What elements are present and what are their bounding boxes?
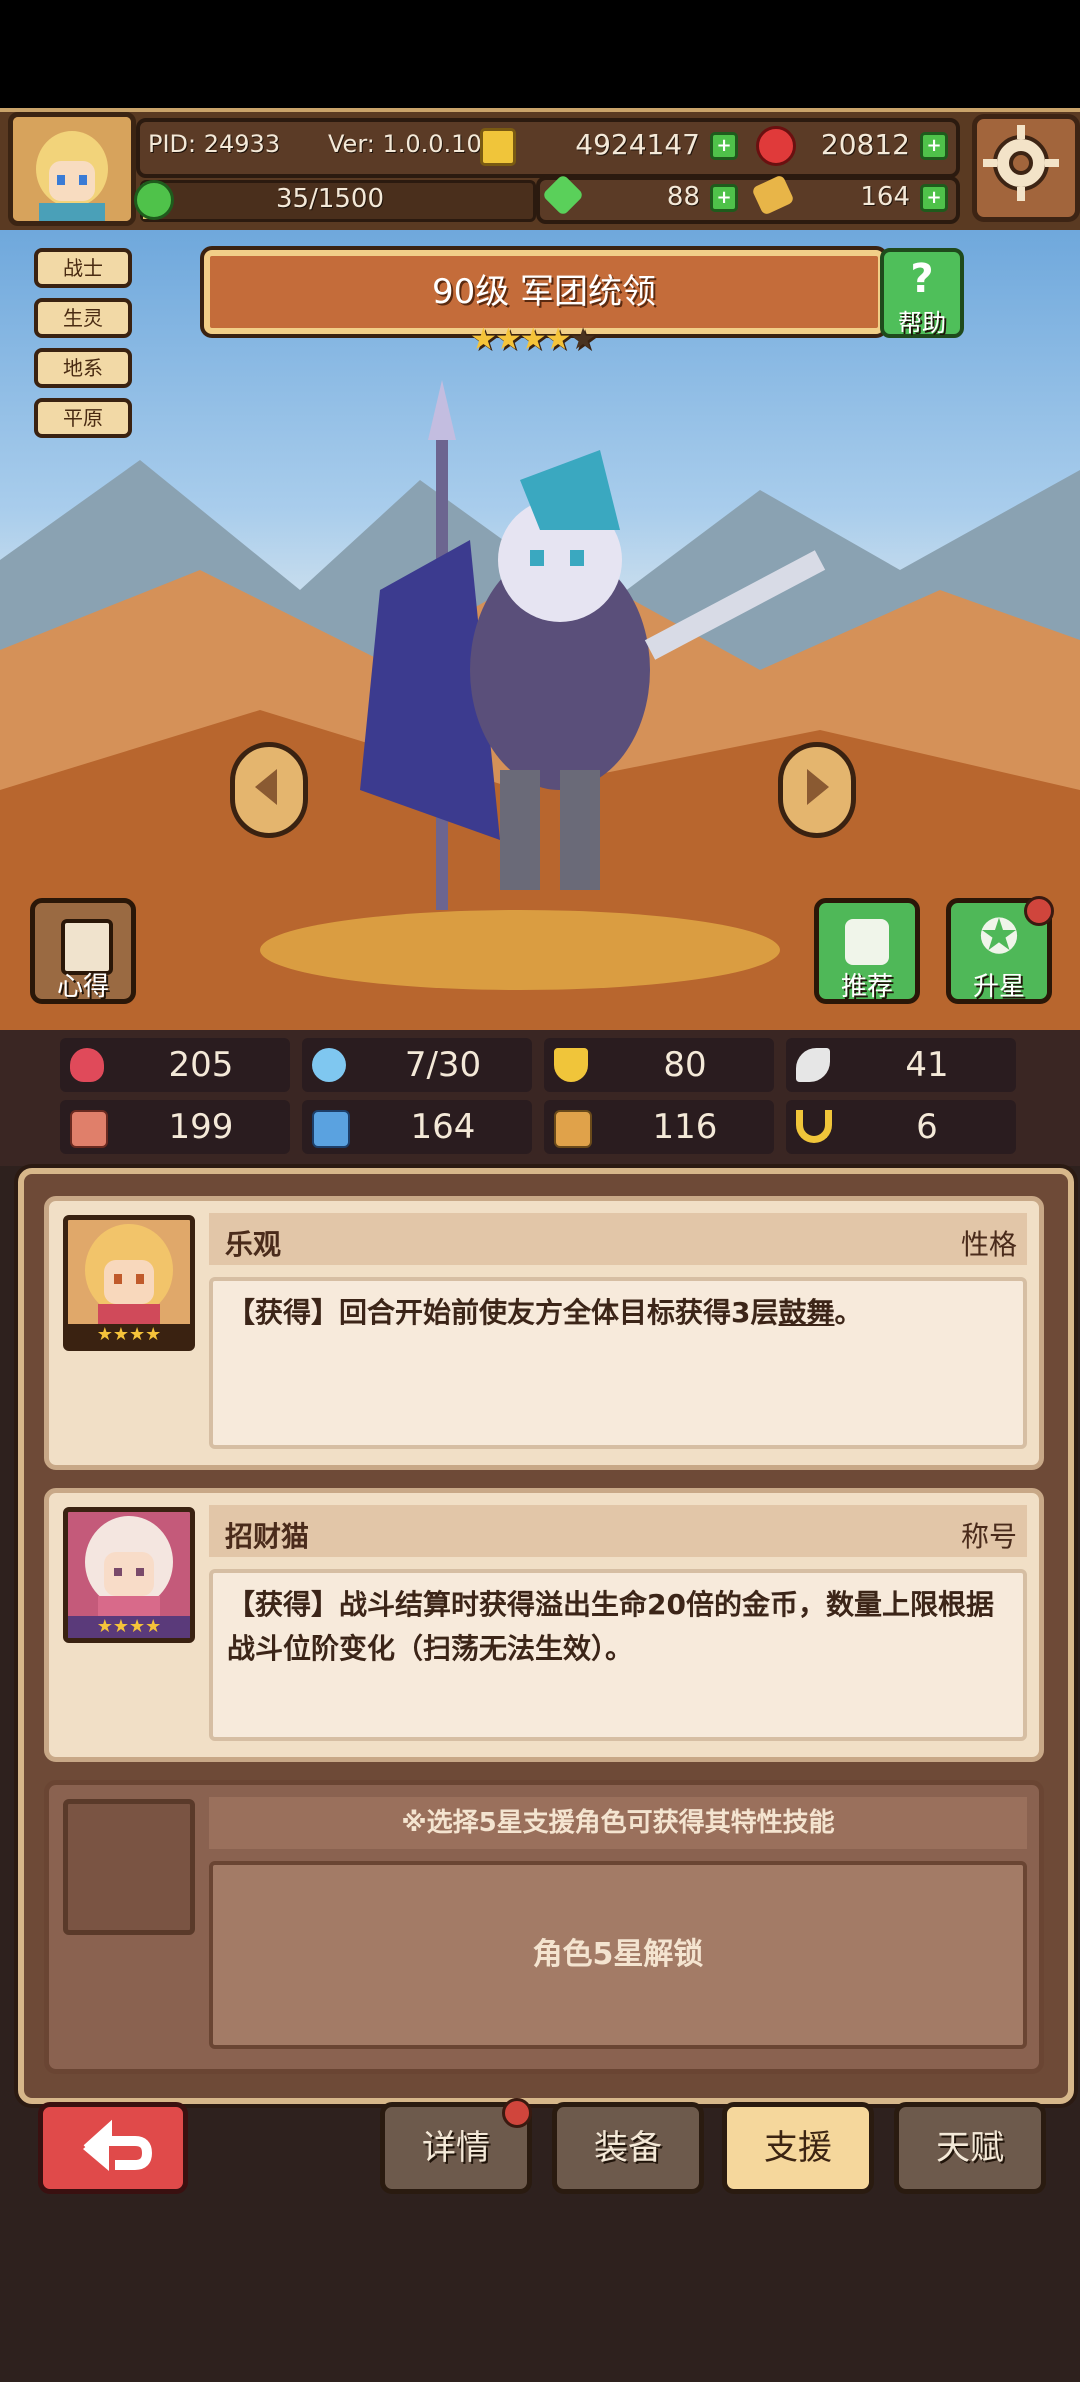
recommend-button[interactable]: 推荐 xyxy=(814,898,920,1004)
thumbs-up-icon xyxy=(845,919,889,965)
help-button[interactable]: ? 帮助 xyxy=(880,248,964,338)
keyword-link[interactable]: 鼓舞 xyxy=(779,1296,835,1329)
status-bar xyxy=(0,0,1080,108)
card-header xyxy=(209,1213,1027,1265)
back-button[interactable] xyxy=(38,2102,188,2194)
shield-icon xyxy=(554,1048,588,1082)
tab-support[interactable]: 支援 xyxy=(722,2102,874,2194)
stat-resist: 116 xyxy=(544,1100,774,1154)
clover-amount: 88 xyxy=(666,182,700,212)
ticket-amount: 164 xyxy=(860,182,910,212)
fist-icon xyxy=(70,1110,108,1148)
stat-value: 80 xyxy=(663,1045,707,1085)
question-icon: ? xyxy=(910,256,934,302)
insight-label: 心得 xyxy=(56,972,109,1002)
support-desc-end: 。 xyxy=(834,1296,863,1329)
support-card-title[interactable]: ★★★★ 招财猫 称号 【获得】战斗结算时获得溢出生命20倍的金币，数量上限根据… xyxy=(44,1488,1044,1762)
prev-character-button[interactable] xyxy=(230,742,308,838)
stat-value: 6 xyxy=(916,1107,938,1147)
back-arrow-icon xyxy=(83,2119,153,2171)
stat-attack: 199 xyxy=(60,1100,290,1154)
portrait-stars: ★★★★ xyxy=(68,1616,190,1638)
support-description-box: 【获得】回合开始前使友方全体目标获得3层鼓舞。 xyxy=(209,1277,1027,1449)
star-rating: ★★★★★ xyxy=(470,322,597,357)
star-up-label: 升星 xyxy=(972,972,1025,1002)
stat-value: 7/30 xyxy=(404,1045,482,1085)
portrait-stars: ★★★★ xyxy=(68,1324,190,1346)
support-card-personality[interactable]: ★★★★ 乐观 性格 【获得】回合开始前使友方全体目标获得3层鼓舞。 xyxy=(44,1196,1044,1470)
stat-value: 164 xyxy=(410,1107,476,1147)
support-kind: 性格 xyxy=(960,1228,1017,1261)
pid-label: PID: 24933 xyxy=(148,130,281,158)
settings-button[interactable] xyxy=(972,114,1080,222)
stat-value: 199 xyxy=(168,1107,234,1147)
support-slot-locked[interactable]: ※选择5星支援角色可获得其特性技能 角色5星解锁 xyxy=(44,1780,1044,2074)
book-icon xyxy=(312,1110,350,1148)
details-notification-dot xyxy=(502,2098,532,2128)
support-name: 乐观 xyxy=(225,1228,282,1261)
help-label: 帮助 xyxy=(898,309,946,337)
stamina-amount: 35/1500 xyxy=(275,184,384,214)
tag-terrain[interactable]: 平原 xyxy=(34,398,132,438)
recommend-label: 推荐 xyxy=(840,972,893,1002)
tag-element[interactable]: 地系 xyxy=(34,348,132,388)
character-title: 90级 军团统领 xyxy=(431,272,657,312)
horseshoe-icon xyxy=(796,1110,832,1143)
gear-icon xyxy=(983,125,1059,201)
tag-race[interactable]: 生灵 xyxy=(34,298,132,338)
stat-value: 205 xyxy=(168,1045,234,1085)
support-desc: 【获得】回合开始前使友方全体目标获得3层 xyxy=(227,1296,779,1329)
tab-talent[interactable]: 天赋 xyxy=(894,2102,1046,2194)
stat-luck: 6 xyxy=(786,1100,1016,1154)
player-avatar[interactable] xyxy=(8,112,136,226)
locked-hint: ※选择5星支援角色可获得其特性技能 xyxy=(209,1797,1027,1849)
card-header xyxy=(209,1505,1027,1557)
support-description-box: 【获得】战斗结算时获得溢出生命20倍的金币，数量上限根据战斗位阶变化（扫荡无法生… xyxy=(209,1569,1027,1741)
support-name: 招财猫 xyxy=(225,1520,310,1553)
empty-portrait-slot[interactable] xyxy=(63,1799,195,1935)
support-portrait[interactable]: ★★★★ xyxy=(63,1215,195,1351)
gold-plus-icon[interactable]: + xyxy=(710,132,738,160)
stat-value: 41 xyxy=(905,1045,949,1085)
insight-button[interactable]: 心得 xyxy=(30,898,136,1004)
heart-icon xyxy=(70,1048,104,1082)
clover-plus-icon[interactable]: + xyxy=(710,184,738,212)
stat-speed: 41 xyxy=(786,1038,1016,1092)
locked-text: 角色5星解锁 xyxy=(209,1861,1027,2049)
stat-magic: 164 xyxy=(302,1100,532,1154)
ticket-plus-icon[interactable]: + xyxy=(920,184,948,212)
clover-stamina-icon xyxy=(134,180,174,220)
star-filled-icon: ★★★★ xyxy=(470,322,572,357)
version-label: Ver: 1.0.0.10 xyxy=(328,130,482,158)
support-kind: 称号 xyxy=(960,1520,1017,1553)
wing-icon xyxy=(796,1048,830,1082)
next-character-button[interactable] xyxy=(778,742,856,838)
gold-coin-icon xyxy=(480,128,516,166)
gold-amount: 4924147 xyxy=(575,128,700,161)
stat-defense: 80 xyxy=(544,1038,774,1092)
star-empty-icon: ★ xyxy=(569,322,597,357)
arrow-right-icon xyxy=(807,769,829,805)
stat-mana: 7/30 xyxy=(302,1038,532,1092)
stat-value: 116 xyxy=(652,1107,718,1147)
scroll-stat-icon xyxy=(554,1110,592,1148)
tag-class[interactable]: 战士 xyxy=(34,248,132,288)
mana-drop-icon xyxy=(312,1048,346,1082)
notification-dot xyxy=(1024,896,1054,926)
tab-equipment[interactable]: 装备 xyxy=(552,2102,704,2194)
gem-amount: 20812 xyxy=(820,128,910,161)
support-desc: 【获得】战斗结算时获得溢出生命20倍的金币，数量上限根据战斗位阶变化（扫荡无法生… xyxy=(227,1588,994,1665)
support-portrait[interactable]: ★★★★ xyxy=(63,1507,195,1643)
stat-hp: 205 xyxy=(60,1038,290,1092)
arrow-left-icon xyxy=(255,769,277,805)
gem-plus-icon[interactable]: + xyxy=(920,132,948,160)
